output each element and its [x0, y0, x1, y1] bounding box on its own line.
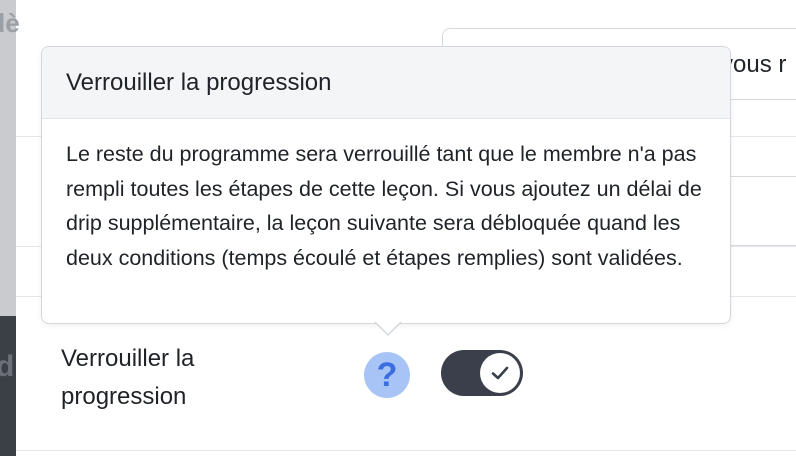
- tooltip-body: Le reste du programme sera verrouillé ta…: [66, 142, 702, 270]
- sidebar-text-fragment: d: [0, 350, 15, 383]
- sidebar-dark-block: [0, 316, 16, 456]
- help-question-icon[interactable]: ?: [364, 352, 410, 398]
- help-tooltip: Verrouiller la progression Le reste du p…: [41, 46, 731, 324]
- check-icon: [491, 366, 509, 380]
- tooltip-title: Verrouiller la progression: [42, 47, 730, 119]
- setting-label: Verrouiller la progression: [61, 345, 195, 410]
- section-divider: [16, 450, 796, 451]
- sidebar-edge: lè d: [0, 0, 20, 456]
- lock-progression-toggle[interactable]: [441, 350, 523, 396]
- tooltip-arrow: [374, 321, 402, 336]
- toggle-knob: [480, 353, 520, 393]
- sidebar-text-fragment: lè: [0, 8, 20, 38]
